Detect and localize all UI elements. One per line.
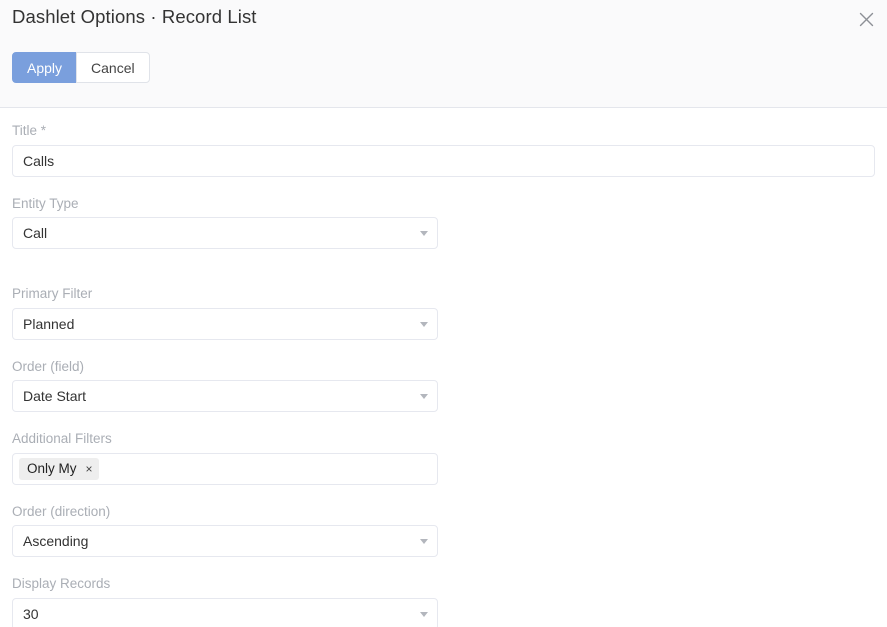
chevron-down-icon: [420, 394, 428, 400]
field-primary-filter: Primary Filter Planned: [12, 285, 438, 340]
modal-header: Dashlet Options · Record List Apply Canc…: [0, 0, 887, 108]
field-order-field: Order (field) Date Start: [12, 358, 438, 413]
entity-type-select[interactable]: Call: [12, 217, 438, 250]
title-input[interactable]: [12, 144, 875, 177]
apply-button[interactable]: Apply: [12, 52, 78, 83]
close-icon[interactable]: [851, 4, 881, 34]
chip-label: Only My: [27, 460, 77, 476]
order-direction-value: Ascending: [23, 533, 89, 550]
field-display-records: Display Records 30: [12, 575, 438, 627]
field-primary-filter-label: Primary Filter: [12, 286, 93, 302]
cancel-button[interactable]: Cancel: [76, 52, 150, 83]
field-title-label: Title *: [12, 123, 47, 138]
display-records-value: 30: [23, 605, 39, 622]
field-order-field-label: Order (field): [12, 358, 85, 374]
chip-remove-icon[interactable]: ×: [86, 463, 93, 475]
display-records-select[interactable]: 30: [12, 597, 438, 627]
primary-filter-select[interactable]: Planned: [12, 307, 438, 340]
order-field-value: Date Start: [23, 388, 87, 405]
primary-filter-value: Planned: [23, 315, 75, 332]
order-field-select[interactable]: Date Start: [12, 380, 438, 413]
chevron-down-icon: [420, 539, 428, 545]
field-entity-type: Entity Type Call: [12, 195, 438, 250]
field-additional-filters: Additional Filters Only My ×: [12, 430, 438, 485]
field-title: Title *: [12, 122, 875, 177]
modal-body: Title * Entity Type Call Primary Filter …: [0, 108, 887, 627]
field-display-records-label: Display Records: [12, 576, 111, 592]
options-form: Title * Entity Type Call Primary Filter …: [0, 122, 887, 627]
page-title: Dashlet Options · Record List: [12, 6, 257, 27]
chip[interactable]: Only My ×: [19, 457, 99, 480]
field-entity-type-label: Entity Type: [12, 195, 79, 211]
field-order-direction: Order (direction) Ascending: [12, 503, 438, 558]
modal-action-buttons: Apply Cancel: [12, 52, 150, 83]
dashlet-options-modal: Dashlet Options · Record List Apply Canc…: [0, 0, 887, 627]
chevron-down-icon: [420, 611, 428, 617]
field-additional-filters-label: Additional Filters: [12, 431, 112, 447]
chevron-down-icon: [420, 231, 428, 237]
entity-type-value: Call: [23, 225, 48, 242]
order-direction-select[interactable]: Ascending: [12, 525, 438, 558]
additional-filters-input[interactable]: Only My ×: [12, 452, 438, 485]
field-order-direction-label: Order (direction): [12, 503, 111, 519]
chevron-down-icon: [420, 321, 428, 327]
